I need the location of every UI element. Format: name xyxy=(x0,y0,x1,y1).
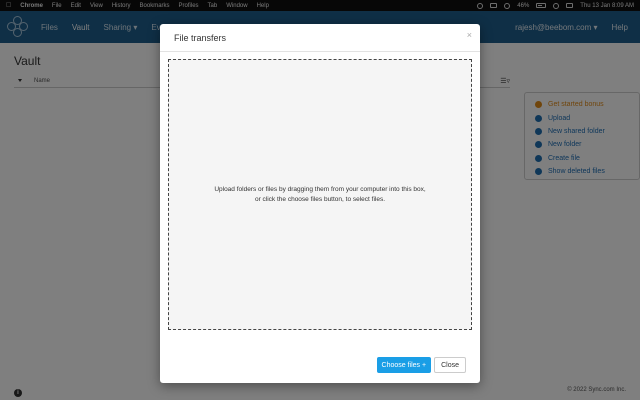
close-icon[interactable]: × xyxy=(467,30,472,40)
close-button[interactable]: Close xyxy=(434,357,466,373)
file-drop-zone[interactable]: Upload folders or files by dragging them… xyxy=(168,59,472,330)
drop-instructions-line1: Upload folders or files by dragging them… xyxy=(214,185,426,193)
dialog-footer: Choose files + Close xyxy=(160,354,480,376)
dialog-title: File transfers xyxy=(174,32,227,43)
dialog-header: File transfers × xyxy=(160,24,480,52)
choose-files-button[interactable]: Choose files + xyxy=(376,357,432,373)
file-transfers-dialog: File transfers × Upload folders or files… xyxy=(160,24,480,383)
drop-instructions-line2: or click the choose files button, to sel… xyxy=(254,195,386,203)
